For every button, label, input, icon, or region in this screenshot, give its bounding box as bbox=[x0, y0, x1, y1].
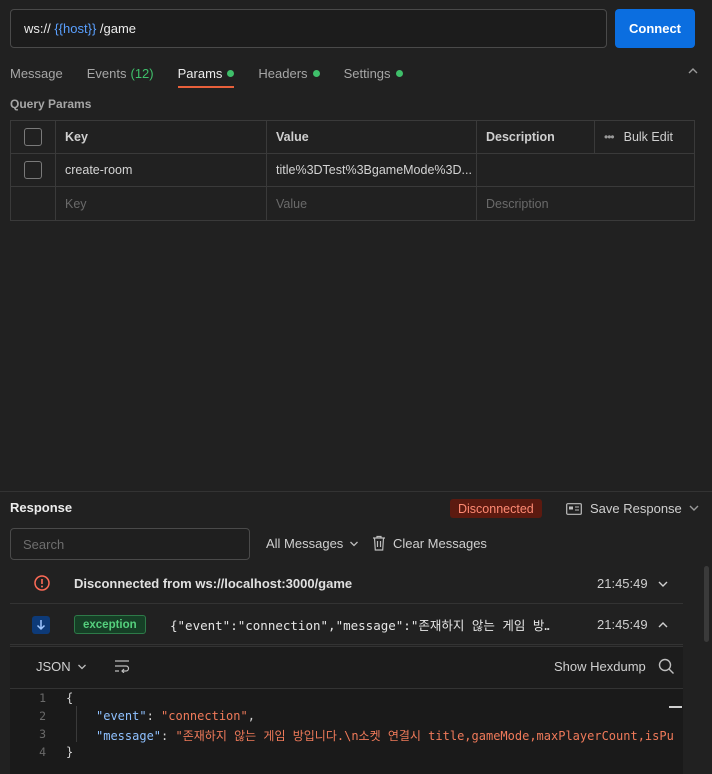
url-prefix: ws:// bbox=[24, 21, 55, 36]
row-checkbox[interactable] bbox=[24, 161, 42, 179]
status-dot bbox=[395, 69, 403, 77]
list-item[interactable]: exception {"event":"connection","message… bbox=[10, 605, 683, 645]
more-dots-icon: ••• bbox=[604, 130, 615, 144]
status-dot bbox=[312, 69, 320, 77]
new-description-input[interactable]: Description bbox=[477, 187, 694, 220]
request-tabs: Message Events (12) Params Headers Settin… bbox=[10, 58, 427, 88]
filter-label: All Messages bbox=[266, 536, 344, 551]
exception-badge: exception bbox=[74, 615, 146, 634]
json-value: "존재하지 않는 게임 방입니다.\n소켓 연결시 title,gameMode… bbox=[175, 729, 674, 743]
message-detail-panel: JSON Show Hexdump 1 { 2 "event": "connec… bbox=[10, 646, 683, 774]
code-line: "event": "connection", bbox=[96, 709, 255, 723]
tab-label: Message bbox=[10, 65, 63, 81]
json-key: "event" bbox=[96, 709, 147, 723]
tab-settings[interactable]: Settings bbox=[344, 58, 403, 88]
chevron-down-icon bbox=[77, 664, 86, 669]
connect-button[interactable]: Connect bbox=[615, 9, 695, 48]
clear-messages-label: Clear Messages bbox=[393, 535, 487, 551]
clear-messages-button[interactable]: Clear Messages bbox=[372, 535, 487, 551]
select-all-cell bbox=[11, 121, 56, 153]
list-item[interactable]: Disconnected from ws://localhost:3000/ga… bbox=[10, 564, 683, 604]
url-suffix: /game bbox=[96, 21, 137, 36]
column-header-description: Description bbox=[477, 121, 595, 153]
status-dot bbox=[227, 69, 235, 77]
message-text: {"event":"connection","message":"존재하지 않는… bbox=[170, 618, 550, 633]
table-row-empty: Key Value Description bbox=[11, 187, 694, 220]
tab-headers[interactable]: Headers bbox=[258, 58, 320, 88]
message-time: 21:45:49 bbox=[597, 617, 648, 632]
save-icon bbox=[566, 502, 582, 515]
row-check-cell bbox=[11, 154, 56, 186]
line-number: 2 bbox=[39, 709, 46, 723]
search-icon[interactable] bbox=[658, 658, 675, 675]
save-response-label: Save Response bbox=[590, 501, 682, 516]
message-filter-dropdown[interactable]: All Messages bbox=[266, 536, 359, 551]
table-header-row: Key Value Description ••• Bulk Edit bbox=[11, 121, 694, 154]
bulk-edit-button[interactable]: ••• Bulk Edit bbox=[595, 121, 694, 153]
detail-toolbar: JSON Show Hexdump bbox=[10, 647, 683, 687]
incoming-arrow-icon bbox=[32, 616, 50, 634]
row-check-cell bbox=[11, 187, 56, 220]
params-table: Key Value Description ••• Bulk Edit creat… bbox=[10, 120, 695, 221]
tab-label: Events bbox=[86, 65, 127, 81]
format-dropdown[interactable]: JSON bbox=[36, 659, 87, 674]
json-key: "message" bbox=[96, 729, 162, 743]
json-code-view[interactable]: 1 { 2 "event": "connection", 3 "message"… bbox=[10, 688, 683, 774]
param-description[interactable] bbox=[477, 154, 694, 186]
json-value: "connection" bbox=[161, 709, 248, 723]
search-input[interactable]: Search bbox=[10, 528, 250, 560]
scroll-indicator bbox=[669, 706, 682, 708]
response-title: Response bbox=[10, 500, 73, 515]
table-row: create-room title%3DTest%3BgameMode%3D..… bbox=[11, 154, 694, 187]
chevron-down-icon[interactable] bbox=[688, 502, 700, 514]
indent-guide bbox=[76, 706, 77, 742]
param-key[interactable]: create-room bbox=[56, 154, 267, 186]
chevron-down-icon bbox=[350, 541, 359, 546]
tab-label: Settings bbox=[343, 65, 391, 81]
code-line: "message": "존재하지 않는 게임 방입니다.\n소켓 연결시 tit… bbox=[96, 729, 674, 743]
tab-label: Params bbox=[177, 65, 223, 81]
line-number: 4 bbox=[39, 745, 46, 759]
message-text: Disconnected from ws://localhost:3000/ga… bbox=[74, 576, 353, 591]
status-badge: Disconnected bbox=[450, 499, 542, 518]
line-number: 1 bbox=[39, 691, 46, 705]
tab-message[interactable]: Message bbox=[10, 58, 63, 88]
new-value-input[interactable]: Value bbox=[267, 187, 477, 220]
trash-icon bbox=[373, 535, 385, 551]
column-header-key: Key bbox=[56, 121, 267, 153]
url-input[interactable]: ws:// {{host}} /game bbox=[10, 9, 607, 48]
chevron-down-icon[interactable] bbox=[657, 578, 669, 590]
column-header-value: Value bbox=[267, 121, 477, 153]
tab-label: Headers bbox=[258, 65, 308, 81]
format-label: JSON bbox=[36, 659, 71, 674]
bulk-edit-label: Bulk Edit bbox=[623, 130, 673, 144]
pane-divider[interactable] bbox=[0, 491, 712, 492]
query-params-title: Query Params bbox=[10, 97, 92, 111]
select-all-checkbox[interactable] bbox=[24, 128, 42, 146]
code-line: } bbox=[66, 745, 74, 759]
param-value[interactable]: title%3DTest%3BgameMode%3D... bbox=[267, 154, 477, 186]
scrollbar[interactable] bbox=[704, 566, 709, 642]
new-key-input[interactable]: Key bbox=[56, 187, 267, 220]
tab-params[interactable]: Params bbox=[177, 58, 235, 88]
line-number: 3 bbox=[39, 727, 46, 741]
code-line: { bbox=[66, 691, 74, 705]
events-count: (12) bbox=[130, 65, 154, 81]
save-response-button[interactable]: Save Response bbox=[566, 499, 682, 518]
message-time: 21:45:49 bbox=[597, 576, 648, 591]
chevron-up-icon[interactable] bbox=[657, 619, 669, 631]
tab-events[interactable]: Events (12) bbox=[87, 58, 154, 88]
chevron-up-icon[interactable] bbox=[686, 64, 700, 78]
url-variable: {{host}} bbox=[54, 21, 97, 36]
show-hexdump-button[interactable]: Show Hexdump bbox=[554, 659, 646, 674]
error-circle-icon bbox=[34, 575, 50, 591]
wrap-lines-icon[interactable] bbox=[114, 659, 130, 673]
